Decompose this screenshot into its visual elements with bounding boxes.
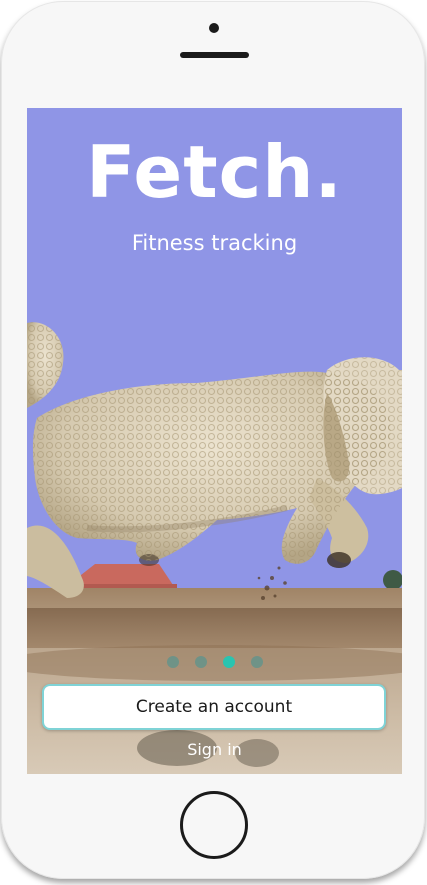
page-indicator [27, 655, 402, 669]
phone-frame: Fetch. Fitness tracking Create an accoun… [1, 1, 425, 879]
create-account-button[interactable]: Create an account [42, 684, 386, 730]
page-dot-2[interactable] [194, 656, 207, 668]
splash-screen: Fetch. Fitness tracking Create an accoun… [27, 108, 402, 774]
home-button-icon[interactable] [180, 791, 248, 859]
page-dot-4[interactable] [250, 656, 263, 668]
app-title: Fetch. [86, 130, 343, 214]
speaker-grille-icon [180, 52, 249, 58]
page-dot-3-active[interactable] [222, 656, 235, 668]
page-dot-1[interactable] [166, 656, 179, 668]
sign-in-link[interactable]: Sign in [27, 740, 402, 760]
front-camera-icon [209, 23, 219, 33]
app-subtitle: Fitness tracking [131, 231, 298, 255]
